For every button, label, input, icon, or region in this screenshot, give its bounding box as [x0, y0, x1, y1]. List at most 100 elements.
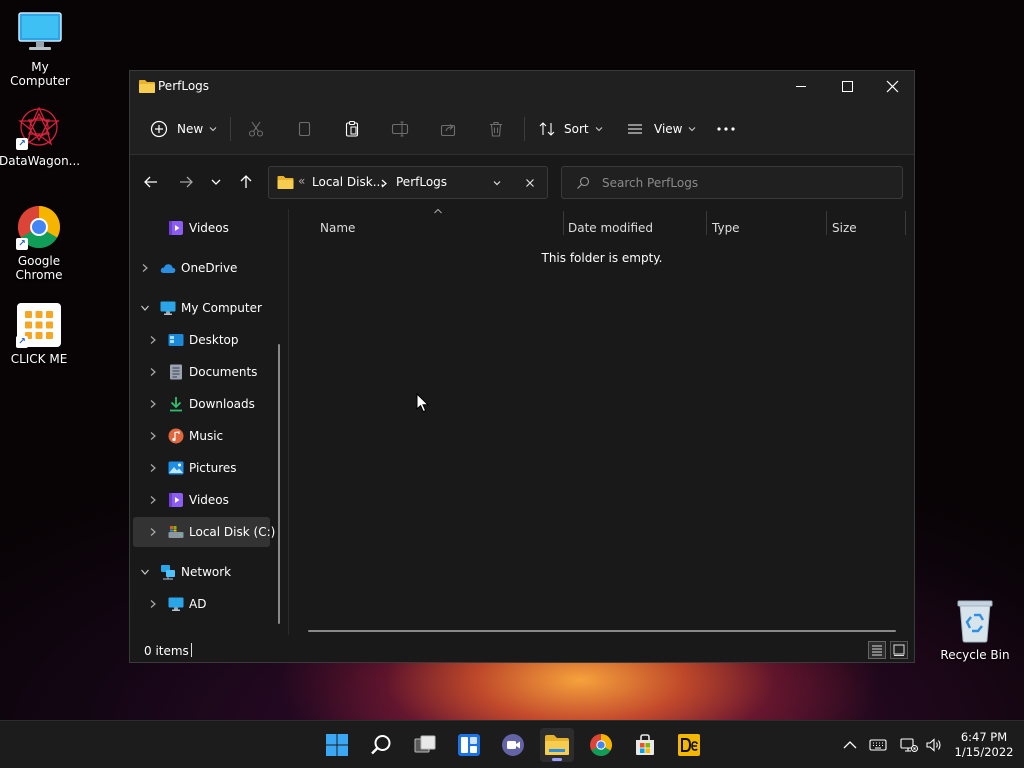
copy-icon: [298, 121, 311, 137]
keyboard-icon[interactable]: [869, 736, 887, 754]
minimize-button[interactable]: [778, 71, 824, 103]
maximize-icon: [842, 81, 853, 92]
desktop-folder-icon: [168, 334, 184, 346]
nav-item-documents[interactable]: Documents: [130, 357, 275, 387]
breadcrumb-local-disk[interactable]: Local Disk...: [312, 175, 384, 189]
column-divider[interactable]: [706, 211, 707, 235]
maximize-button[interactable]: [824, 71, 870, 103]
pane-divider[interactable]: [288, 209, 289, 635]
view-button[interactable]: View: [626, 103, 697, 155]
nav-item-music[interactable]: Music: [130, 421, 275, 451]
nav-item-videos[interactable]: Videos: [130, 485, 275, 515]
rename-icon: [391, 121, 409, 137]
nav-item-my-computer[interactable]: My Computer: [130, 293, 275, 323]
chevron-down-icon[interactable]: [140, 303, 150, 313]
delete-button[interactable]: [487, 103, 505, 155]
paste-button[interactable]: [343, 103, 361, 155]
address-bar[interactable]: « Local Disk... PerfLogs: [268, 166, 548, 199]
desktop-icon-my-computer[interactable]: My Computer: [0, 10, 80, 88]
desktop-icon-datawagon[interactable]: ↗ DataWagon...: [0, 104, 80, 168]
nav-item-desktop[interactable]: Desktop: [130, 325, 275, 355]
cut-button[interactable]: [247, 103, 265, 155]
desktop-icon-label: My Computer: [10, 60, 70, 88]
chevron-right-icon[interactable]: [140, 263, 150, 273]
column-header-name[interactable]: Name: [320, 216, 560, 240]
clock-date: 1/15/2022: [954, 745, 1014, 759]
search-input[interactable]: [602, 175, 882, 190]
nav-pane-scrollbar[interactable]: [278, 344, 280, 624]
column-divider[interactable]: [826, 211, 827, 235]
copy-button[interactable]: [295, 103, 313, 155]
taskbar-clock[interactable]: 6:47 PM 1/15/2022: [948, 730, 1020, 760]
network-status-icon[interactable]: [900, 736, 918, 754]
chevron-right-icon[interactable]: [148, 495, 158, 505]
desktop-icon-recycle-bin[interactable]: Recycle Bin: [935, 598, 1015, 662]
app-taskbar-button[interactable]: [672, 728, 706, 762]
app-logo-icon: [678, 734, 700, 756]
more-options-button[interactable]: [716, 103, 736, 155]
forward-button[interactable]: [173, 170, 199, 194]
column-divider[interactable]: [563, 211, 564, 235]
nav-item-ad[interactable]: AD: [130, 589, 275, 619]
back-button[interactable]: [138, 170, 164, 194]
file-list: Name Date modified Type Size This folder…: [290, 208, 914, 635]
list-view-icon: [628, 124, 642, 134]
widgets-button[interactable]: [452, 728, 486, 762]
rename-button[interactable]: [391, 103, 409, 155]
share-button[interactable]: [439, 103, 457, 155]
chevron-right-icon[interactable]: [148, 463, 158, 473]
chevron-right-icon[interactable]: [148, 335, 158, 345]
chevron-down-icon[interactable]: [140, 567, 150, 577]
task-view-button[interactable]: [408, 728, 442, 762]
recent-locations-button[interactable]: [203, 170, 229, 194]
chrome-taskbar-button[interactable]: [584, 728, 618, 762]
breadcrumb-overflow[interactable]: «: [298, 174, 305, 188]
search-box[interactable]: [561, 166, 903, 199]
column-header-date-modified[interactable]: Date modified: [568, 216, 703, 240]
file-explorer-taskbar-button[interactable]: [540, 728, 574, 762]
taskbar-search-button[interactable]: [364, 728, 398, 762]
desktop-icon-google-chrome[interactable]: ↗ Google Chrome: [0, 204, 79, 282]
taskbar: 6:47 PM 1/15/2022: [0, 720, 1024, 768]
chevron-down-icon: [689, 127, 696, 132]
mouse-cursor-icon: [416, 393, 430, 413]
column-header-size[interactable]: Size: [832, 216, 902, 240]
nav-item-onedrive[interactable]: OneDrive: [130, 253, 275, 283]
up-button[interactable]: [233, 170, 259, 194]
close-button[interactable]: [870, 71, 916, 103]
start-button[interactable]: [320, 728, 354, 762]
close-icon[interactable]: [525, 178, 535, 188]
column-header-type[interactable]: Type: [712, 216, 822, 240]
chevron-up-icon[interactable]: [841, 736, 859, 754]
nav-item-local-disk-c[interactable]: Local Disk (C:): [133, 517, 275, 547]
window-title: PerfLogs: [158, 79, 210, 93]
horizontal-scrollbar[interactable]: [308, 630, 896, 632]
nav-item-videos-quick[interactable]: Videos: [130, 213, 275, 243]
chevron-right-icon[interactable]: [148, 527, 158, 537]
cloud-icon: [160, 264, 176, 273]
teams-chat-button[interactable]: [496, 728, 530, 762]
column-divider[interactable]: [905, 211, 906, 235]
tiles-view-button[interactable]: [890, 641, 908, 659]
new-button[interactable]: New: [150, 103, 218, 155]
chevron-right-icon[interactable]: [148, 399, 158, 409]
breadcrumb-perflogs[interactable]: PerfLogs: [396, 175, 447, 189]
volume-icon[interactable]: [925, 736, 943, 754]
chevron-down-icon[interactable]: [492, 178, 502, 188]
nav-item-network[interactable]: Network: [130, 557, 275, 587]
nav-item-downloads[interactable]: Downloads: [130, 389, 275, 419]
sort-button[interactable]: Sort: [538, 103, 604, 155]
empty-folder-message: This folder is empty.: [541, 251, 663, 265]
chevron-right-icon[interactable]: [148, 367, 158, 377]
close-icon: [886, 80, 899, 93]
network-icon: [161, 565, 175, 580]
desktop-icon-click-me[interactable]: ↗ CLICK ME: [0, 302, 79, 366]
shortcut-arrow-icon: ↗: [16, 138, 28, 150]
chevron-right-icon[interactable]: [148, 431, 158, 441]
chevron-right-icon[interactable]: [148, 599, 158, 609]
store-taskbar-button[interactable]: [628, 728, 662, 762]
details-view-button[interactable]: [868, 641, 886, 659]
title-bar[interactable]: PerfLogs: [130, 71, 914, 103]
nav-item-pictures[interactable]: Pictures: [130, 453, 275, 483]
navigation-pane: Videos OneDrive My Computer Desktop Docu…: [130, 209, 282, 635]
